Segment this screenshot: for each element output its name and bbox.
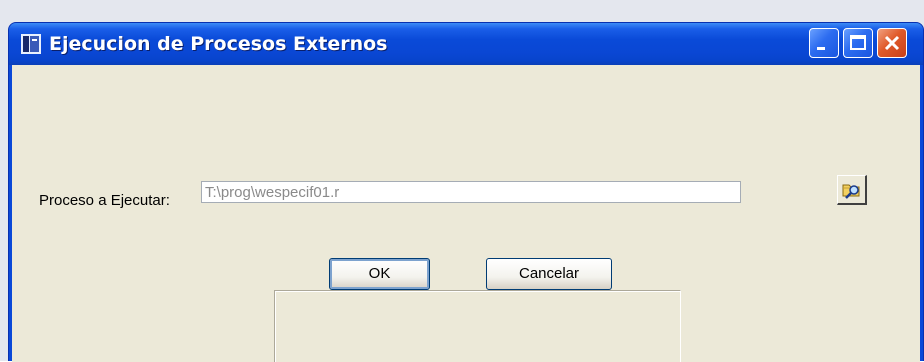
- cancel-button[interactable]: Cancelar: [486, 258, 612, 290]
- process-path-field[interactable]: [201, 181, 741, 203]
- browse-button[interactable]: [837, 175, 867, 205]
- minimize-icon: [817, 47, 825, 50]
- minimize-button[interactable]: [809, 28, 839, 58]
- close-icon: [884, 35, 900, 51]
- app-icon: [21, 34, 41, 54]
- window-title: Ejecucion de Procesos Externos: [49, 33, 388, 55]
- ok-button[interactable]: OK: [329, 258, 430, 290]
- process-label: Proceso a Ejecutar:: [39, 192, 170, 209]
- maximize-icon: [850, 35, 866, 50]
- title-bar[interactable]: Ejecucion de Procesos Externos: [9, 23, 923, 65]
- close-button[interactable]: [877, 28, 907, 58]
- folder-search-icon: [842, 184, 860, 199]
- maximize-button[interactable]: [843, 28, 873, 58]
- button-group-frame: [274, 290, 681, 362]
- dialog-window: Ejecucion de Procesos Externos Proceso a…: [8, 22, 924, 362]
- dialog-body: Proceso a Ejecutar:: [12, 65, 920, 362]
- desktop-background: Ejecucion de Procesos Externos Proceso a…: [0, 0, 924, 362]
